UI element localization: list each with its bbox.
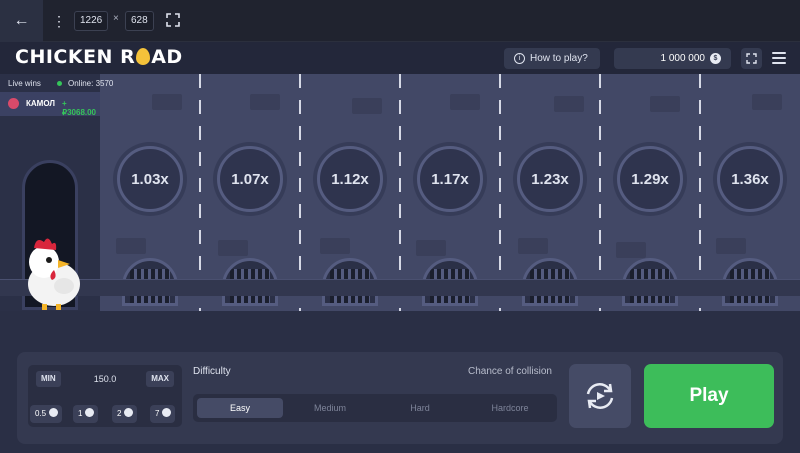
dimension-separator: × <box>113 13 119 24</box>
how-to-play-button[interactable]: i How to play? <box>504 48 600 69</box>
difficulty-hard-tab[interactable]: Hard <box>377 398 463 418</box>
difficulty-hardcore-tab[interactable]: Hardcore <box>467 398 553 418</box>
balance-value: 1 000 000 <box>660 53 706 64</box>
more-options-icon[interactable]: ⋮ <box>52 13 66 29</box>
difficulty-medium-tab[interactable]: Medium <box>287 398 373 418</box>
expand-icon <box>746 53 757 64</box>
autoplay-icon <box>586 383 614 409</box>
quick-bet-chip[interactable]: 7 <box>150 405 176 423</box>
difficulty-selector: Easy Medium Hard Hardcore <box>193 394 557 422</box>
min-bet-button[interactable]: MIN <box>36 371 61 387</box>
multiplier-value: 1.07x <box>231 170 269 188</box>
multiplier-coin[interactable]: 1.07x <box>217 146 283 212</box>
road-area: 1.03x 1.07x 1.12x 1.17x 1.23x 1.29x 1.36… <box>0 74 800 311</box>
multiplier-value: 1.17x <box>431 170 469 188</box>
game-logo: CHICKEN R AD <box>15 46 183 68</box>
game-frame: CHICKEN R AD i How to play? 1 000 000 $ 1… <box>0 42 800 453</box>
quick-bet-chip[interactable]: 0.5 <box>30 405 63 423</box>
quick-bet-chip[interactable]: 2 <box>112 405 138 423</box>
multiplier-coin[interactable]: 1.23x <box>517 146 583 212</box>
device-toolbar: ← ⋮ 1226 × 628 <box>0 0 800 42</box>
lane-4[interactable]: 1.17x <box>400 74 501 311</box>
coin-icon <box>49 408 59 417</box>
multiplier-coin[interactable]: 1.36x <box>717 146 783 212</box>
live-win-row: КАМОЛ +₽3068.00 <box>0 92 100 117</box>
coin-icon <box>162 408 172 417</box>
autoplay-button[interactable] <box>569 364 631 428</box>
difficulty-easy-tab[interactable]: Easy <box>197 398 283 418</box>
win-amount: +₽3068.00 <box>62 99 97 117</box>
bet-control-panel: MIN 150.0 MAX 0.5 1 2 7 Difficulty Chanc… <box>17 352 783 444</box>
sidewalk-curb <box>0 279 800 296</box>
lane-6[interactable]: 1.29x <box>600 74 701 311</box>
difficulty-label: Difficulty <box>193 366 231 377</box>
currency-coin-icon: $ <box>710 53 721 64</box>
multiplier-coin[interactable]: 1.29x <box>617 146 683 212</box>
lane-3[interactable]: 1.12x <box>300 74 401 311</box>
avatar <box>8 98 19 109</box>
multiplier-value: 1.29x <box>631 170 669 188</box>
how-to-play-label: How to play? <box>530 53 588 64</box>
play-button[interactable]: Play <box>644 364 774 428</box>
expand-button[interactable] <box>741 48 762 69</box>
quick-bet-chip[interactable]: 1 <box>73 405 99 423</box>
collision-chance-label: Chance of collision <box>468 366 552 377</box>
game-header: CHICKEN R AD i How to play? 1 000 000 $ <box>0 42 800 74</box>
winner-username: КАМОЛ <box>26 99 55 108</box>
lane-1[interactable]: 1.03x <box>100 74 201 311</box>
fullscreen-icon[interactable] <box>166 13 180 27</box>
multiplier-value: 1.12x <box>331 170 369 188</box>
viewport-width-field[interactable]: 1226 <box>74 11 109 31</box>
max-bet-button[interactable]: MAX <box>146 371 174 387</box>
live-wins-label: Live wins <box>8 79 41 88</box>
viewport-height-field[interactable]: 628 <box>125 11 154 31</box>
lane-2[interactable]: 1.07x <box>200 74 301 311</box>
online-count: Online: 3570 <box>68 79 114 88</box>
bet-amount-input[interactable]: 150.0 <box>68 371 142 387</box>
coin-icon <box>85 408 95 417</box>
back-arrow-icon[interactable]: ← <box>0 0 43 42</box>
balance-display: 1 000 000 $ <box>614 48 731 69</box>
multiplier-value: 1.23x <box>531 170 569 188</box>
online-status-icon <box>57 81 62 86</box>
multiplier-coin[interactable]: 1.03x <box>117 146 183 212</box>
multiplier-value: 1.03x <box>131 170 169 188</box>
multiplier-value: 1.36x <box>731 170 769 188</box>
lane-7[interactable]: 1.36x <box>700 74 800 311</box>
chicken-character-icon <box>28 238 80 310</box>
egg-icon <box>136 48 151 65</box>
info-icon: i <box>514 53 525 64</box>
multiplier-coin[interactable]: 1.12x <box>317 146 383 212</box>
multiplier-coin[interactable]: 1.17x <box>417 146 483 212</box>
live-wins-panel: Live wins Online: 3570 КАМОЛ +₽3068.00 <box>0 74 113 117</box>
hamburger-menu-icon[interactable] <box>772 52 786 64</box>
lane-5[interactable]: 1.23x <box>500 74 601 311</box>
bet-amount-box: MIN 150.0 MAX 0.5 1 2 7 <box>28 365 182 427</box>
coin-icon <box>124 408 134 417</box>
